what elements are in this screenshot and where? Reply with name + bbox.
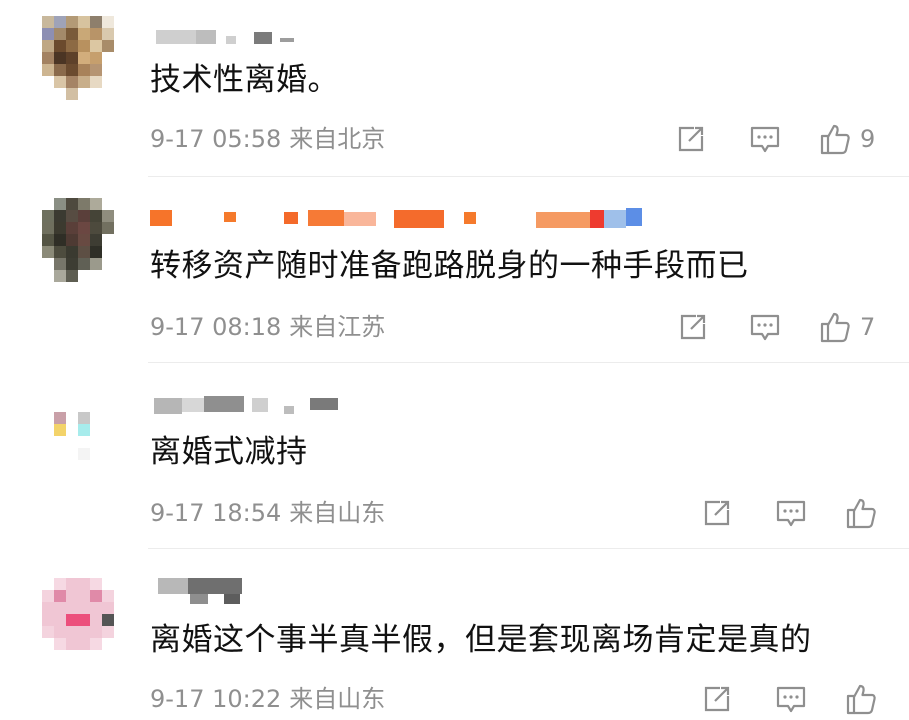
- like-count: 9: [860, 125, 876, 153]
- comment-actions: [700, 496, 890, 530]
- comment-time: 9-17 05:58: [150, 125, 282, 153]
- comment-location: 来自北京: [289, 125, 386, 153]
- avatar[interactable]: [42, 198, 114, 294]
- comment-location: 来自山东: [289, 499, 386, 527]
- repost-icon: [680, 314, 706, 340]
- username-redacted[interactable]: [150, 394, 350, 418]
- divider: [148, 548, 909, 549]
- comment-button[interactable]: [774, 682, 808, 716]
- avatar[interactable]: [42, 578, 114, 674]
- repost-button[interactable]: [700, 682, 734, 716]
- comment-meta: 9-17 18:54 来自山东: [150, 498, 385, 528]
- comment-text: 离婚这个事半真半假，但是套现离场肯定是真的: [150, 622, 812, 658]
- comment-location: 来自江苏: [289, 313, 386, 341]
- like-icon: [820, 124, 850, 155]
- comment-meta: 9-17 08:18 来自江苏: [150, 312, 385, 342]
- comment-text: 转移资产随时准备跑路脱身的一种手段而已: [150, 248, 749, 284]
- like-icon: [846, 498, 876, 529]
- divider: [148, 176, 909, 177]
- like-button[interactable]: [844, 496, 886, 530]
- comment-button[interactable]: [748, 122, 782, 156]
- comment-meta: 9-17 10:22 来自山东: [150, 684, 385, 714]
- comment-button[interactable]: [774, 496, 808, 530]
- comment-icon: [776, 686, 806, 713]
- repost-icon: [678, 126, 704, 152]
- avatar[interactable]: [42, 16, 114, 112]
- comment-text: 技术性离婚。: [150, 62, 339, 98]
- comment-text: 离婚式减持: [150, 434, 308, 470]
- comment-actions: 7: [674, 310, 894, 344]
- comment-time: 9-17 08:18: [150, 313, 282, 341]
- repost-button[interactable]: [674, 122, 708, 156]
- comment-actions: [700, 682, 890, 716]
- comment-button[interactable]: [748, 310, 782, 344]
- comment-time: 9-17 18:54: [150, 499, 282, 527]
- like-button[interactable]: [844, 682, 886, 716]
- like-button[interactable]: 9: [818, 122, 875, 156]
- comment-icon: [776, 500, 806, 527]
- divider: [148, 362, 909, 363]
- repost-button[interactable]: [700, 496, 734, 530]
- username-redacted[interactable]: [150, 26, 330, 50]
- like-button[interactable]: 7: [818, 310, 875, 344]
- username-redacted[interactable]: [150, 206, 660, 230]
- repost-icon: [704, 686, 730, 712]
- comment-icon: [750, 126, 780, 153]
- like-count: 7: [860, 313, 876, 341]
- comment-icon: [750, 314, 780, 341]
- repost-button[interactable]: [676, 310, 710, 344]
- repost-icon: [704, 500, 730, 526]
- avatar[interactable]: [42, 400, 114, 496]
- username-redacted[interactable]: [150, 578, 270, 604]
- like-icon: [846, 684, 876, 715]
- comment-actions: 9: [672, 122, 892, 156]
- comment-location: 来自山东: [289, 685, 386, 713]
- comment-meta: 9-17 05:58 来自北京: [150, 124, 385, 154]
- like-icon: [820, 312, 850, 343]
- comment-time: 9-17 10:22: [150, 685, 282, 713]
